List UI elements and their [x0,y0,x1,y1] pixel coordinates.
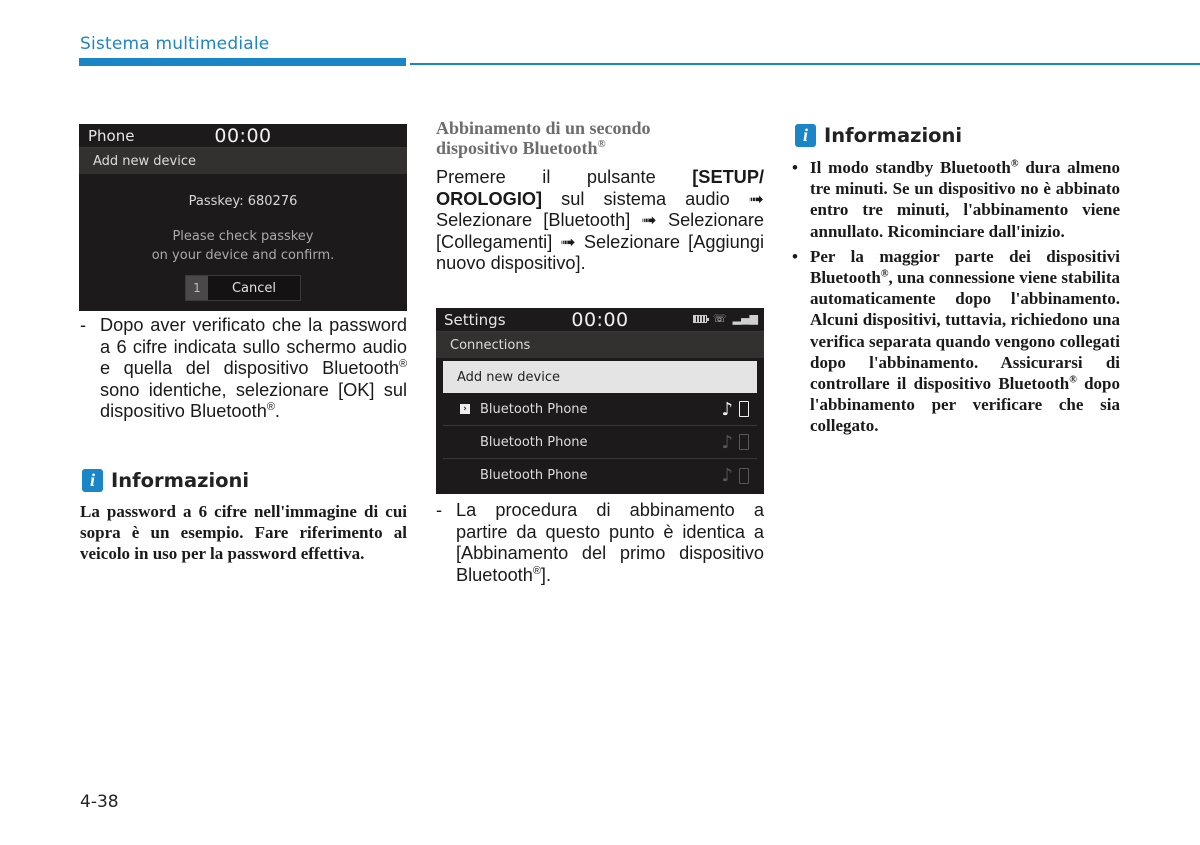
info-passkey-note: La password a 6 cifre nell'immagine di c… [80,502,407,564]
phone-icon [739,467,749,484]
heading-line2: dispositivo Bluetooth [436,138,598,158]
instruction-text: sono identiche, selezionare [OK] sul dis… [100,379,407,422]
bullet-text: Il modo standby Bluetooth [810,158,1011,177]
audio-streaming-icon: ♪ [721,465,734,486]
device-name: Bluetooth Phone [480,434,588,450]
registered-mark: ® [266,401,275,414]
phone-icon [739,434,749,450]
passkey-text: Passkey: 680276 [188,194,298,209]
registered-mark: ® [398,358,407,371]
info-header: i Informazioni [82,469,249,492]
cancel-button-number: 1 [186,276,208,300]
device-list-item[interactable]: Bluetooth Phone ♪ [443,459,757,492]
instruction-prefix: Premere il pulsante [436,167,693,187]
device-profile-icons: ♪ [721,398,749,420]
info-icon: i [82,469,103,492]
confirm-message-line1: Please check passkey [172,229,314,244]
battery-icon [692,314,709,323]
screen-subtitle: Add new device [79,148,407,174]
signal-strength-icon: ▂▄▆ [732,312,758,325]
registered-mark: ® [1010,158,1019,170]
section-title: Sistema multimediale [80,34,270,54]
page-number: 4-38 [80,792,119,812]
screen-app-name: Phone [88,126,135,145]
add-new-device-label: Add new device [457,369,561,385]
section-heading: Abbinamento di un secondo dispositivo Bl… [436,118,766,158]
info-icon: i [795,124,816,147]
setup-instructions: Premere il pulsante [SETUP/ OROLOGIO] su… [436,167,764,275]
procedure-note: - La procedura di abbinamento a partire d… [436,500,764,586]
registered-mark: ® [597,138,606,150]
device-list-item[interactable]: Bluetooth Phone ♪ [443,426,757,459]
settings-connections-screen: Settings 00:00 ☏ ▂▄▆ Connections Add new… [436,308,764,494]
cancel-button[interactable]: 1 Cancel [185,275,301,301]
info-header: i Informazioni [795,124,962,147]
device-profile-icons: ♪ [721,431,749,453]
connected-arrow-icon: › [460,404,470,414]
verify-passkey-instruction: - Dopo aver verificato che la password a … [80,315,407,423]
device-name: Bluetooth Phone [480,468,588,483]
device-name: Bluetooth Phone [480,401,588,417]
registered-mark: ® [1069,374,1077,386]
screen-clock: 00:00 [214,124,272,147]
status-icons: ☏ ▂▄▆ [692,312,758,325]
screen-app-name: Settings [444,310,506,329]
phone-icon [739,401,749,417]
dash-marker: - [436,500,443,520]
device-profile-icons: ♪ [721,465,749,486]
dash-marker: - [80,315,87,335]
audio-streaming-icon: ♪ [721,431,734,453]
bluetooth-handsfree-icon: ☏ [712,312,727,325]
screen-subtitle: Connections [436,332,764,358]
phone-passkey-screen: Phone 00:00 Add new device Passkey: 6802… [79,124,407,311]
confirm-message-line2: on your device and confirm. [151,248,335,263]
instruction-text: . [274,401,280,422]
procedure-note-text: La procedura di abbinamento a partire da… [456,500,764,585]
audio-streaming-icon: ♪ [721,398,734,420]
header-bar-thin [410,63,1200,65]
info-title: Informazioni [111,469,250,492]
screen-clock: 00:00 [571,308,629,331]
info-bullet-connection: Per la maggior parte dei dispositivi Blu… [790,246,1120,437]
procedure-note-end: ]. [540,564,552,585]
add-new-device-item[interactable]: Add new device [443,361,757,393]
header-bar-thick [79,58,406,66]
confirm-message: Please check passkey on your device and … [79,227,407,265]
cancel-button-label: Cancel [231,280,277,296]
screen-status-bar: Settings 00:00 ☏ ▂▄▆ [436,308,764,332]
info-bullet-list: Il modo standby Bluetooth® dura almeno t… [790,157,1120,441]
instruction-text: Dopo aver verificato che la password a 6… [100,315,407,379]
info-bullet-standby: Il modo standby Bluetooth® dura almeno t… [790,157,1120,242]
info-title: Informazioni [824,124,963,147]
screen-status-bar: Phone 00:00 [79,124,407,148]
registered-mark: ® [532,564,541,577]
heading-line1: Abbinamento di un secondo [436,118,651,138]
device-list-item[interactable]: › Bluetooth Phone ♪ [443,393,757,426]
